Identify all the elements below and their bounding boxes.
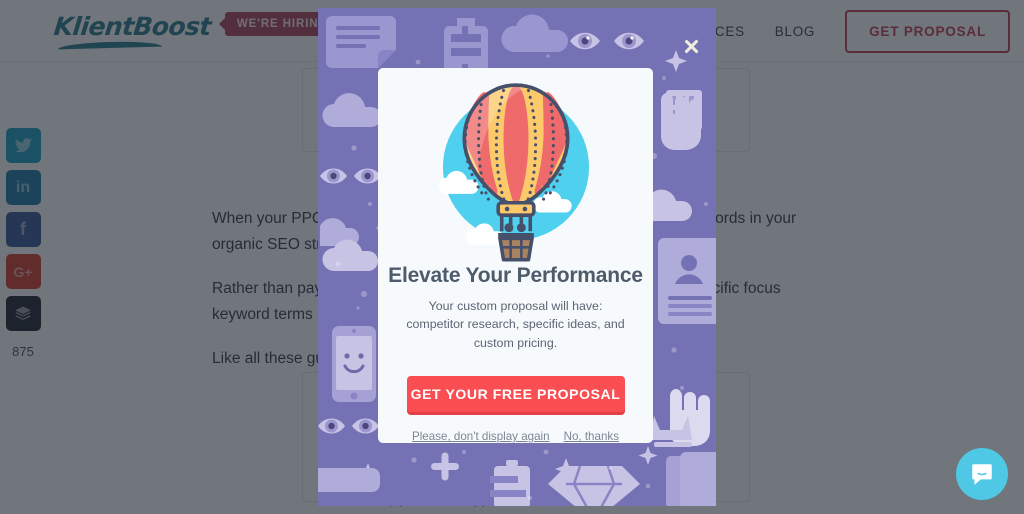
modal-title: Elevate Your Performance (388, 263, 643, 287)
chat-launcher-button[interactable] (956, 448, 1008, 500)
dont-display-again-link[interactable]: Please, don't display again (412, 430, 550, 443)
eye-icon (320, 168, 381, 184)
pill-shape-icon (318, 468, 380, 492)
modal-subtitle: Your custom proposal will have: competit… (406, 298, 625, 350)
profile-card-icon (658, 238, 716, 324)
pointer-hand-icon (661, 93, 701, 150)
balloon-collar (495, 200, 536, 217)
hot-air-balloon-illustration (437, 83, 589, 262)
cloud-icon (320, 218, 378, 271)
modal-optout-links: Please, don't display again No, thanks (412, 430, 619, 443)
chat-bubble-icon (972, 464, 992, 485)
document-icon (326, 16, 396, 68)
no-thanks-link[interactable]: No, thanks (564, 430, 619, 443)
briefcase-icon (490, 460, 530, 506)
modal-content-card: Elevate Your Performance Your custom pro… (378, 68, 653, 443)
modal-close-icon[interactable] (682, 38, 700, 56)
get-free-proposal-button[interactable]: GET YOUR FREE PROPOSAL (406, 376, 625, 412)
diamond-icon (548, 465, 640, 506)
cloud-icon (322, 93, 381, 127)
plus-icon (431, 452, 459, 481)
cloud-icon (501, 14, 568, 53)
page-root: KlientBoost WE'RE HIRING RESOURCES BLOG … (0, 0, 1024, 514)
eye-icon (318, 418, 379, 434)
promo-modal: Elevate Your Performance Your custom pro… (318, 8, 716, 506)
keyboard-key-icon (666, 452, 716, 506)
phone-smile-icon (332, 326, 376, 402)
eye-icon (570, 32, 644, 50)
